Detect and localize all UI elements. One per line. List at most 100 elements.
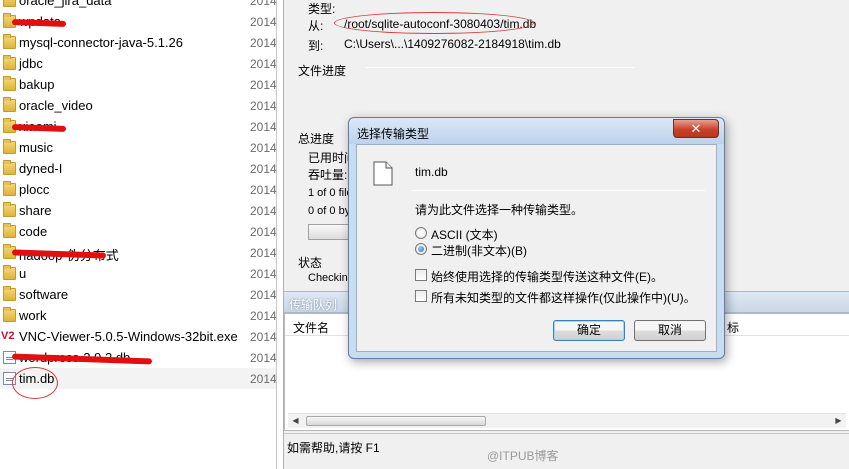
scroll-right-icon[interactable]: ▶ [831,414,846,428]
status-bar: 如需帮助,请按 F1 [284,433,849,469]
folder-icon [3,0,16,7]
scroll-left-icon[interactable]: ◀ [288,414,303,428]
document-icon [373,161,393,186]
file-progress-label: 文件进度 [298,64,347,78]
dialog-body: tim.db 请为此文件选择一种传输类型。 ASCII (文本) 二进制(非文本… [356,144,717,352]
folder-icon [3,160,16,175]
file-modified-date: 2014 [250,36,277,50]
source-path-highlight-ring [334,12,534,34]
file-name: bakup [19,77,55,92]
vnc-viewer-icon: V2 [1,330,15,342]
folder-icon [3,223,16,238]
file-name: oracle_video [19,98,93,113]
file-list-item[interactable]: software 2014 [0,284,277,305]
transfer-queue-title: 传输队列 [289,298,338,312]
radio-binary[interactable] [415,243,427,255]
to-label: 到: [308,39,324,53]
scrollbar-thumb[interactable] [306,416,486,426]
file-name: u [19,266,27,281]
dialog-filename: tim.db [415,165,448,179]
cancel-button[interactable]: 取消 [634,320,706,341]
checkbox-apply-unknown-types-label[interactable]: 所有未知类型的文件都这样操作(仅此操作中)(U)。 [431,289,696,306]
checkbox-always-use-type-label[interactable]: 始终使用选择的传输类型传送这种文件(E)。 [431,268,663,285]
file-name: share [19,203,52,218]
file-modified-date: 2014 [250,141,277,155]
folder-icon [3,307,16,322]
radio-ascii-label[interactable]: ASCII (文本) [431,226,498,243]
file-list-item[interactable]: xiaomi2014 [0,116,277,137]
file-list-item[interactable]: hadoop-伪分布式2014 [0,242,277,263]
file-name: code [19,224,48,239]
status-label: 状态 [298,256,323,270]
file-list-pane[interactable]: oracle_jira_data2014wpdata2014mysql-conn… [0,0,277,469]
file-list-item[interactable]: wpdata2014 [0,11,277,32]
bytes-count-text: 0 of 0 by [308,205,351,217]
file-modified-date: 2014 [250,309,277,323]
file-modified-date: 2014 [250,267,277,281]
file-list-item[interactable]: dyned-I 2014 [0,158,277,179]
file-modified-date: 2014 [250,162,277,176]
checkbox-always-use-type[interactable] [415,269,427,281]
dialog-close-button[interactable]: ✕ [673,119,719,138]
file-modified-date: 2014 [250,99,277,113]
folder-icon [3,76,16,91]
file-name: dyned-I [19,161,63,176]
file-list-item[interactable]: share 2014 [0,200,277,221]
radio-ascii[interactable] [415,227,427,239]
file-list-item[interactable]: tim.db 2014 [0,367,277,399]
file-list-item[interactable]: u 2014 [0,263,277,284]
file-modified-date: 2014 [250,0,277,8]
folder-icon [3,181,16,196]
folder-icon [3,55,16,70]
selected-file-highlight-ring [12,367,58,399]
dialog-titlebar[interactable]: 选择传输类型 ✕ [349,118,724,144]
file-list-item[interactable]: plocc 2014 [0,179,277,200]
file-modified-date: 2014 [250,246,277,260]
queue-column-target[interactable]: 标 [727,319,739,336]
transfer-type-dialog: 选择传输类型 ✕ tim.db 请为此文件选择一种传输类型。 ASCII (文本… [348,117,725,359]
file-list-item[interactable]: music 2014 [0,137,277,158]
file-modified-date: 2014 [250,330,277,344]
folder-icon [3,202,16,217]
file-modified-date: 2014 [250,288,277,302]
type-label: 类型: [308,2,336,16]
folder-icon [3,265,16,280]
queue-column-filename[interactable]: 文件名 [293,319,329,336]
file-name: VNC-Viewer-5.0.5-Windows-32bit.exe [19,329,238,344]
file-modified-date: 2014 [250,120,277,134]
file-list-item[interactable]: work 2014 [0,305,277,326]
file-modified-date: 2014 [250,78,277,92]
total-progress-label: 总进度 [298,132,335,146]
destination-path: C:\Users\...\1409276082-2184918\tim.db [344,37,561,51]
watermark: @ITPUB博客 [487,449,559,463]
folder-icon [3,34,16,49]
dialog-prompt: 请为此文件选择一种传输类型。 [415,203,584,217]
file-list-item[interactable]: oracle_video 2014 [0,95,277,116]
ok-button[interactable]: 确定 [553,320,625,341]
file-modified-date: 2014 [250,372,277,386]
file-name: music [19,140,53,155]
file-list-item[interactable]: mysql-connector-java-5.1.26 2014 [0,32,277,53]
file-list-item[interactable]: V2 VNC-Viewer-5.0.5-Windows-32bit.exe 2014 [0,326,277,347]
file-list-item[interactable]: bakup 2014 [0,74,277,95]
folder-icon [3,97,16,112]
file-list-item[interactable]: jdbc 2014 [0,53,276,74]
throughput-label: 吞吐量: [308,168,348,182]
folder-icon [3,139,16,154]
file-name: work [19,308,47,323]
file-list-item[interactable]: wordpress-2.9.2.db2014 [0,347,276,368]
radio-binary-label[interactable]: 二进制(非文本)(B) [431,242,527,259]
file-modified-date: 2014 [250,15,277,29]
checkbox-apply-unknown-types[interactable] [415,290,427,302]
file-modified-date: 2014 [250,204,277,218]
file-list-item[interactable]: oracle_jira_data 2014 [0,0,277,11]
file-list-item[interactable]: code 2014 [0,221,276,242]
file-name: oracle_jira_data [19,0,112,8]
files-count-text: 1 of 0 file [308,187,353,199]
file-modified-date: 2014 [250,183,277,197]
file-name: mysql-connector-java-5.1.26 [19,35,184,50]
queue-horizontal-scrollbar[interactable]: ◀ ▶ [288,413,846,428]
status-bar-help-text: 如需帮助,请按 F1 [287,441,380,455]
file-name: jdbc [19,56,43,71]
from-label: 从: [308,19,324,33]
